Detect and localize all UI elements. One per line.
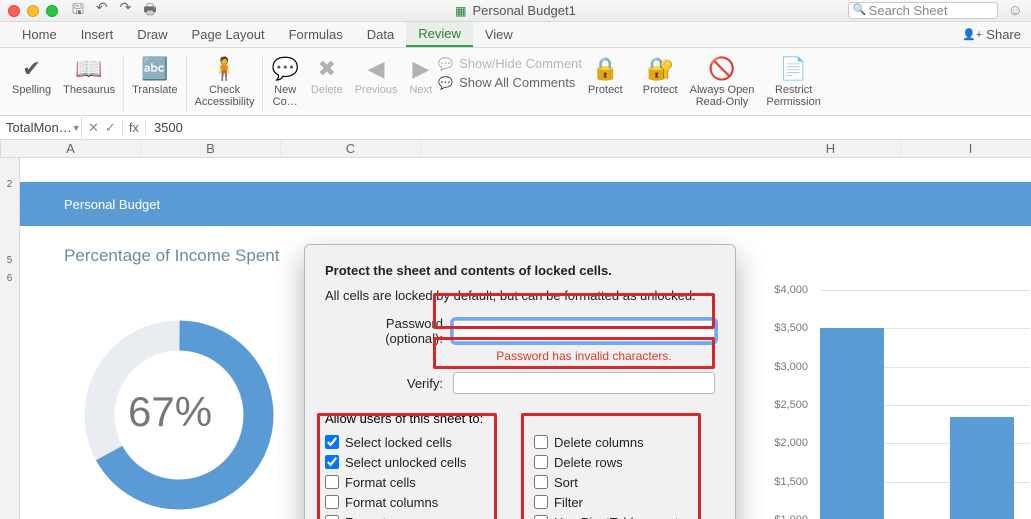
perm-checkbox[interactable] xyxy=(325,435,339,449)
translate-button[interactable]: 🔤Translate xyxy=(126,52,183,111)
zoom-window-icon[interactable] xyxy=(46,5,58,17)
perm-checkbox[interactable] xyxy=(534,435,548,449)
fx-label[interactable]: fx xyxy=(123,120,146,135)
perm-checkbox[interactable] xyxy=(325,515,339,519)
name-box[interactable]: TotalMon…▼ xyxy=(0,117,82,139)
dialog-note: All cells are locked by default, but can… xyxy=(325,288,715,303)
tab-view[interactable]: View xyxy=(473,22,525,47)
perm-checkbox[interactable] xyxy=(534,455,548,469)
perm-label: Format rows xyxy=(345,515,417,519)
show-all-comments-button[interactable]: Show All Comments xyxy=(438,75,582,90)
tab-page-layout[interactable]: Page Layout xyxy=(180,22,277,47)
cancel-edit-icon[interactable]: ✕ xyxy=(88,120,99,136)
perm-delete-rows[interactable]: Delete rows xyxy=(534,452,715,472)
search-sheet-input[interactable]: Search Sheet xyxy=(848,2,998,19)
formula-bar: TotalMon…▼ ✕ ✓ fx 3500 xyxy=(0,116,1031,140)
print-icon[interactable]: 🖶 xyxy=(143,0,156,23)
verify-input[interactable] xyxy=(453,372,715,394)
dialog-heading: Protect the sheet and contents of locked… xyxy=(325,263,715,278)
perm-checkbox[interactable] xyxy=(325,455,339,469)
protect-workbook-button[interactable]: 🔐Protect xyxy=(637,52,684,98)
password-label: Password (optional): xyxy=(325,316,453,346)
perm-label: Format columns xyxy=(345,495,438,510)
perm-select-locked-cells[interactable]: Select locked cells xyxy=(325,432,506,452)
formula-value[interactable]: 3500 xyxy=(146,120,191,135)
show-hide-comment-button[interactable]: Show/Hide Comment xyxy=(438,56,582,71)
ribbon-tabs: HomeInsertDrawPage LayoutFormulasDataRev… xyxy=(0,22,1031,48)
accept-edit-icon[interactable]: ✓ xyxy=(105,120,116,136)
tab-insert[interactable]: Insert xyxy=(69,22,126,47)
ribbon: ✔Spelling 📖Thesaurus 🔤Translate 🧍Check A… xyxy=(0,48,1031,116)
perm-format-rows[interactable]: Format rows xyxy=(325,512,506,519)
next-comment-button[interactable]: ▶Next xyxy=(403,52,438,111)
check-accessibility-button[interactable]: 🧍Check Accessibility xyxy=(189,52,261,111)
perm-format-cells[interactable]: Format cells xyxy=(325,472,506,492)
title-bar: 🖫 ↶ ↷ 🖶 ▦ Personal Budget1 Search Sheet … xyxy=(0,0,1031,22)
undo-icon[interactable]: ↶ xyxy=(96,0,108,23)
perm-use-pivottable-reports[interactable]: Use PivotTable reports xyxy=(534,512,715,519)
protect-sheet-dialog: Protect the sheet and contents of locked… xyxy=(304,244,736,519)
perm-checkbox[interactable] xyxy=(325,495,339,509)
perm-format-columns[interactable]: Format columns xyxy=(325,492,506,512)
perm-label: Filter xyxy=(554,495,583,510)
excel-icon: ▦ xyxy=(455,4,466,18)
perm-checkbox[interactable] xyxy=(534,495,548,509)
perm-label: Delete rows xyxy=(554,455,623,470)
always-open-readonly-button[interactable]: 🚫Always Open Read-Only xyxy=(684,52,761,111)
tab-home[interactable]: Home xyxy=(10,22,69,47)
password-error: Password has invalid characters. xyxy=(453,349,715,363)
comment-toggles: Show/Hide Comment Show All Comments xyxy=(438,52,582,90)
redo-icon[interactable]: ↷ xyxy=(120,0,132,23)
perm-label: Delete columns xyxy=(554,435,644,450)
password-input[interactable] xyxy=(453,320,715,342)
perm-select-unlocked-cells[interactable]: Select unlocked cells xyxy=(325,452,506,472)
delete-comment-button[interactable]: ✖Delete xyxy=(305,52,349,111)
perm-sort[interactable]: Sort xyxy=(534,472,715,492)
previous-comment-button[interactable]: ◀Previous xyxy=(349,52,404,111)
worksheet[interactable]: A B C H I J 2 5 6 Personal Budget Percen… xyxy=(0,140,1031,519)
perm-label: Select unlocked cells xyxy=(345,455,466,470)
document-name: Personal Budget1 xyxy=(472,3,575,18)
share-button[interactable]: Share xyxy=(962,22,1021,47)
minimize-window-icon[interactable] xyxy=(27,5,39,17)
perm-delete-columns[interactable]: Delete columns xyxy=(534,432,715,452)
perm-label: Format cells xyxy=(345,475,416,490)
perm-checkbox[interactable] xyxy=(325,475,339,489)
perm-checkbox[interactable] xyxy=(534,515,548,519)
perm-label: Sort xyxy=(554,475,578,490)
tab-data[interactable]: Data xyxy=(355,22,406,47)
perm-checkbox[interactable] xyxy=(534,475,548,489)
tab-draw[interactable]: Draw xyxy=(125,22,179,47)
search-wrap: Search Sheet ☺ xyxy=(848,2,1023,19)
thesaurus-button[interactable]: 📖Thesaurus xyxy=(57,52,121,111)
modal-overlay: Protect the sheet and contents of locked… xyxy=(0,140,1031,519)
window-controls xyxy=(8,5,58,17)
tab-formulas[interactable]: Formulas xyxy=(277,22,355,47)
close-window-icon[interactable] xyxy=(8,5,20,17)
save-icon[interactable]: 🖫 xyxy=(72,0,84,23)
new-comment-button[interactable]: 💬New Co… xyxy=(265,52,304,111)
restrict-permission-button[interactable]: 📄Restrict Permission xyxy=(760,52,826,111)
document-title: ▦ Personal Budget1 xyxy=(455,3,576,18)
protect-sheet-button[interactable]: 🔒Protect xyxy=(582,52,629,98)
verify-label: Verify: xyxy=(325,376,453,391)
tab-review[interactable]: Review xyxy=(406,22,473,47)
user-account-icon[interactable]: ☺ xyxy=(1008,2,1023,19)
quick-access-toolbar: 🖫 ↶ ↷ 🖶 xyxy=(72,0,157,23)
allow-label: Allow users of this sheet to: xyxy=(325,411,715,426)
perm-label: Use PivotTable reports xyxy=(554,515,685,519)
perm-label: Select locked cells xyxy=(345,435,452,450)
spelling-button[interactable]: ✔Spelling xyxy=(6,52,57,111)
perm-filter[interactable]: Filter xyxy=(534,492,715,512)
